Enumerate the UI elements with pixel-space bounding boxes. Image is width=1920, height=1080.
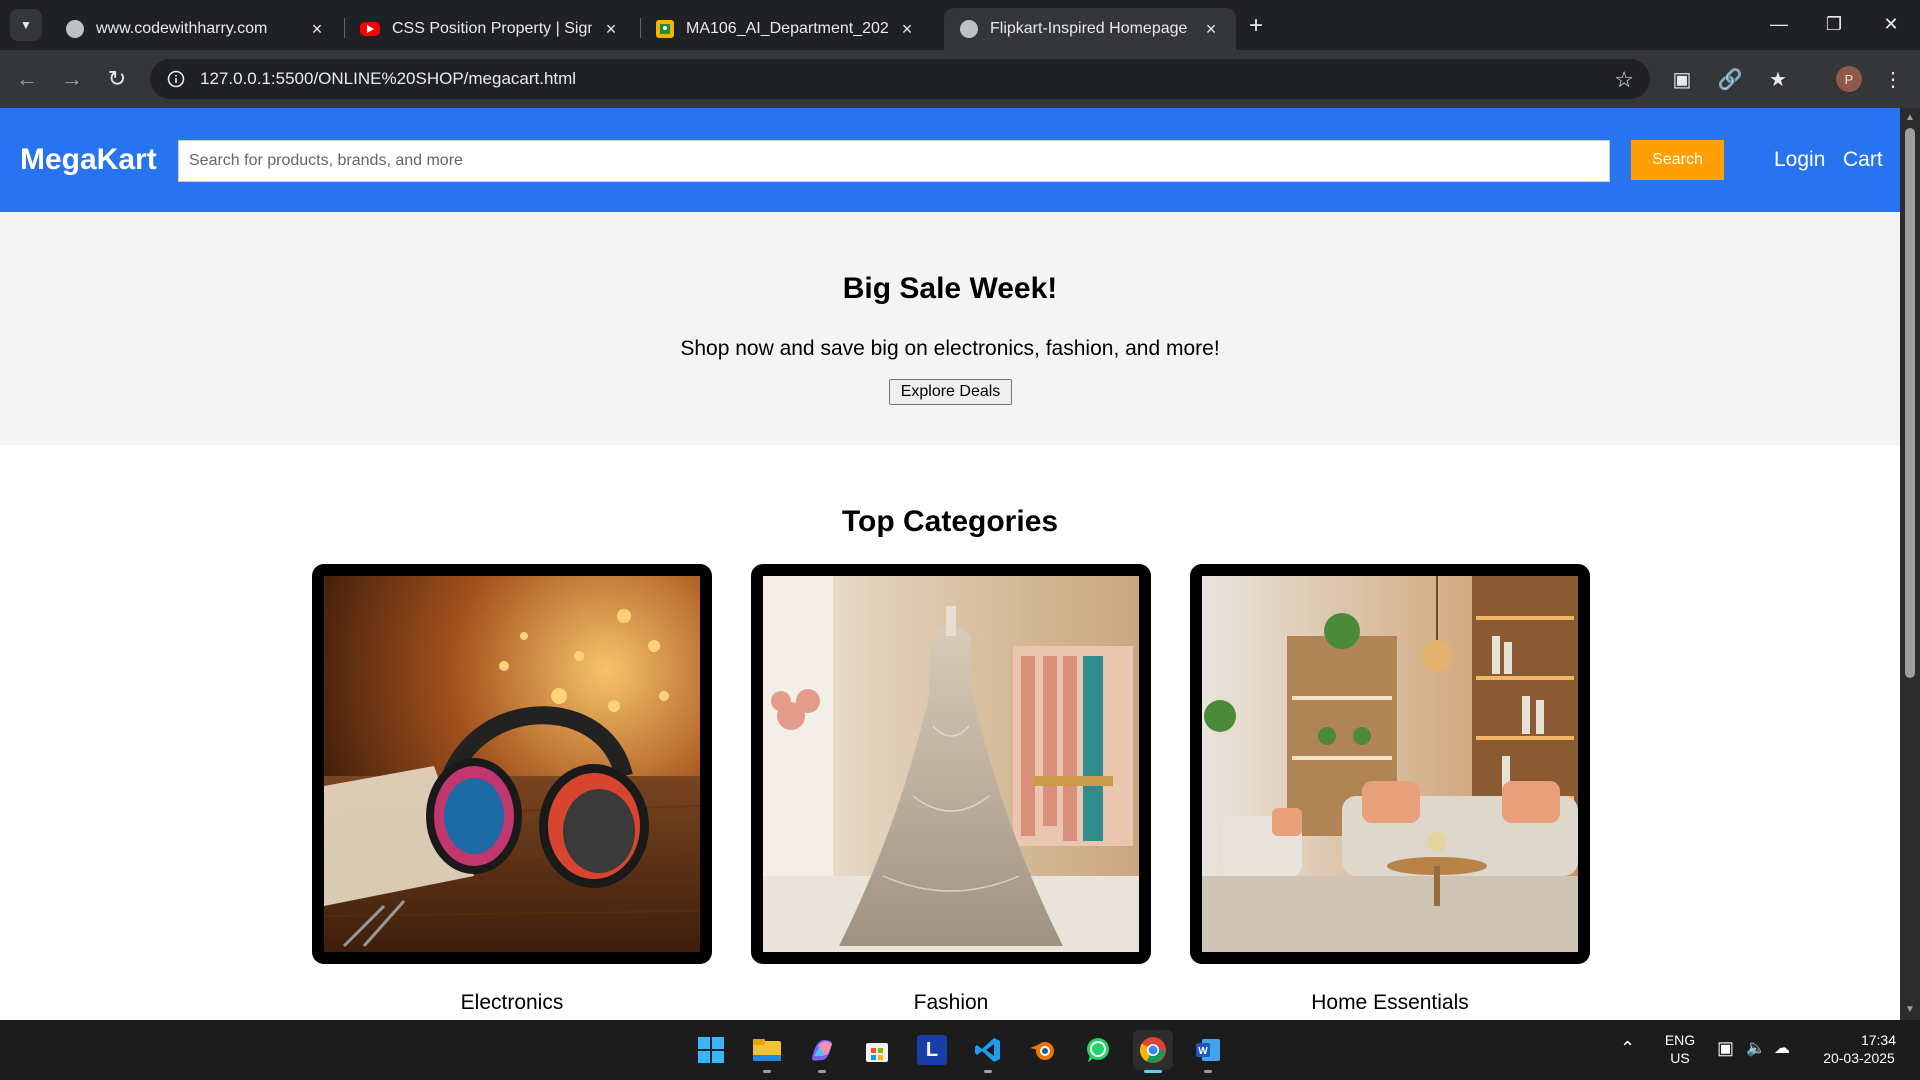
show-hidden-icons-chevron-icon[interactable]: ⌃: [1620, 1038, 1635, 1059]
living-room-photo: [1202, 576, 1578, 952]
active-indicator: [1144, 1070, 1162, 1073]
clock-date: 20-03-2025: [1823, 1050, 1895, 1066]
categories-heading: Top Categories: [841, 505, 1059, 538]
whatsapp-icon[interactable]: [1078, 1030, 1118, 1070]
clock-time: 17:34: [1860, 1032, 1896, 1048]
search-input[interactable]: [178, 140, 1610, 182]
browser-toolbar: ← → ↻ 127.0.0.1:5500/ONLINE%20SHOP/megac…: [0, 50, 1920, 108]
category-card-electronics[interactable]: Electronics: [312, 564, 712, 1015]
category-label[interactable]: Fashion: [751, 991, 1151, 1015]
address-bar[interactable]: 127.0.0.1:5500/ONLINE%20SHOP/megacart.ht…: [150, 59, 1650, 99]
battery-icon[interactable]: ☁: [1774, 1038, 1790, 1058]
close-tab-icon[interactable]: ×: [306, 18, 328, 40]
svg-text:W: W: [1198, 1046, 1208, 1057]
windows-taskbar: L W ⌃ ENG US ▣ 🔈 ☁ 17:34 20-03-2025: [0, 1020, 1920, 1080]
new-tab-button[interactable]: +: [1242, 12, 1270, 40]
running-indicator: [984, 1070, 992, 1073]
login-link[interactable]: Login: [1774, 148, 1825, 172]
copilot-icon[interactable]: [802, 1030, 842, 1073]
headphones-photo: [324, 576, 700, 952]
chevron-down-icon: ▼: [20, 18, 32, 32]
globe-icon: [960, 20, 978, 38]
more-menu-icon[interactable]: ⋮: [1878, 64, 1908, 94]
category-label[interactable]: Home Essentials: [1190, 991, 1590, 1015]
tab-title: Flipkart-Inspired Homepage: [990, 20, 1188, 37]
category-image-frame[interactable]: [751, 564, 1151, 964]
restore-window-button[interactable]: ❐: [1805, 0, 1863, 48]
l-app-icon[interactable]: L: [912, 1030, 952, 1070]
scrollbar-thumb[interactable]: [1905, 128, 1915, 678]
close-tab-icon[interactable]: ×: [896, 18, 918, 40]
store-icon[interactable]: [857, 1030, 897, 1070]
url-text: 127.0.0.1:5500/ONLINE%20SHOP/megacart.ht…: [200, 69, 577, 88]
running-indicator: [818, 1070, 826, 1073]
globe-icon: [66, 20, 84, 38]
gown-photo: [763, 576, 1139, 952]
link-icon[interactable]: 🔗: [1715, 64, 1745, 94]
back-button[interactable]: ←: [10, 62, 44, 96]
youtube-icon: [360, 22, 380, 36]
screenshot-icon[interactable]: ▣: [1667, 64, 1697, 94]
bookmarks-icon[interactable]: ★: [1763, 64, 1793, 94]
tab-flipkart-homepage[interactable]: Flipkart-Inspired Homepage ×: [944, 8, 1236, 50]
file-explorer-icon[interactable]: [747, 1030, 787, 1073]
tab-title: www.codewithharry.com: [96, 20, 268, 37]
classroom-icon: [656, 20, 674, 38]
close-tab-icon[interactable]: ×: [1200, 18, 1222, 40]
scroll-down-icon[interactable]: ▼: [1904, 1004, 1916, 1016]
close-window-button[interactable]: ✕: [1862, 0, 1920, 48]
running-indicator: [763, 1070, 771, 1073]
site-logo[interactable]: MegaKart: [20, 143, 157, 177]
vscode-icon[interactable]: [968, 1030, 1008, 1073]
site-header: MegaKart Search Login Cart: [0, 108, 1900, 212]
page-scrollbar[interactable]: ▲ ▼: [1900, 108, 1920, 1020]
category-card-fashion[interactable]: Fashion: [751, 564, 1151, 1015]
browser-tab-strip: ▼ www.codewithharry.com × CSS Position P…: [0, 0, 1920, 50]
category-image-frame[interactable]: [312, 564, 712, 964]
network-icon[interactable]: ▣: [1717, 1038, 1734, 1059]
hero-subtitle: Shop now and save big on electronics, fa…: [680, 337, 1220, 360]
tab-ma106[interactable]: MA106_AI_Department_2025 A ×: [640, 8, 932, 50]
site-info-icon[interactable]: [156, 59, 196, 99]
category-image-frame[interactable]: [1190, 564, 1590, 964]
category-label[interactable]: Electronics: [312, 991, 712, 1015]
word-icon[interactable]: W: [1188, 1030, 1228, 1073]
forward-button[interactable]: →: [55, 62, 89, 96]
hero-title: Big Sale Week!: [842, 272, 1058, 305]
tab-codewithharry[interactable]: www.codewithharry.com ×: [50, 8, 342, 50]
minimize-window-button[interactable]: —: [1750, 0, 1808, 48]
tab-title: MA106_AI_Department_2025 A: [686, 20, 888, 37]
page-viewport: MegaKart Search Login Cart Big Sale Week…: [0, 108, 1900, 1020]
tab-search-button[interactable]: ▼: [10, 9, 42, 41]
start-icon[interactable]: [691, 1030, 731, 1070]
tab-css-position[interactable]: CSS Position Property | Sigma V ×: [344, 8, 636, 50]
blender-icon[interactable]: [1023, 1030, 1063, 1070]
explore-deals-button[interactable]: Explore Deals: [889, 379, 1012, 405]
volume-icon[interactable]: 🔈: [1746, 1038, 1766, 1058]
close-tab-icon[interactable]: ×: [600, 18, 622, 40]
bookmark-star-icon[interactable]: ☆: [1614, 67, 1634, 93]
running-indicator: [1204, 1070, 1212, 1073]
region-code: US: [1670, 1050, 1690, 1066]
clock[interactable]: 17:34 20-03-2025: [1814, 1032, 1904, 1066]
scroll-up-icon[interactable]: ▲: [1904, 112, 1916, 124]
reload-button[interactable]: ↻: [100, 62, 134, 96]
category-card-home-essentials[interactable]: Home Essentials: [1190, 564, 1590, 1015]
profile-avatar[interactable]: P: [1836, 66, 1862, 92]
chrome-icon[interactable]: [1133, 1030, 1173, 1073]
cart-link[interactable]: Cart: [1843, 148, 1883, 172]
hero-banner: Big Sale Week! Shop now and save big on …: [0, 212, 1900, 445]
search-button[interactable]: Search: [1631, 140, 1724, 180]
language-indicator[interactable]: ENG US: [1662, 1032, 1698, 1066]
language-code: ENG: [1664, 1032, 1696, 1048]
tab-title: CSS Position Property | Sigma V: [392, 20, 592, 37]
